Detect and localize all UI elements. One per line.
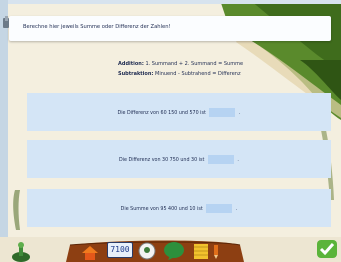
paper-clip-icon [3,16,9,28]
addition-term: Addition: [118,61,144,67]
numbers-button[interactable]: 7100 [107,242,133,258]
house-icon[interactable] [80,244,100,260]
task-period: . [238,111,241,116]
instruction-strip: Berechne hier jeweils Summe oder Differe… [9,16,331,41]
task-sentence: Die Summe von 95 400 und 10 ist . [27,204,331,213]
rules-legend: Addition: 1. Summand + 2. Summand = Summ… [118,59,243,79]
task-period: . [235,207,238,212]
task-period: . [237,158,239,163]
addition-rule-line: Addition: 1. Summand + 2. Summand = Summ… [118,59,243,69]
answer-input[interactable] [207,155,234,164]
task-text: Die Differenz von 30 750 und 30 ist [119,158,205,163]
help-icon[interactable] [138,242,156,260]
addition-rule: 1. Summand + 2. Summand = Summe [145,61,244,67]
window-left-border [0,0,8,262]
exercise-screen: Berechne hier jeweils Summe oder Differe… [0,0,341,262]
task-card: Die Summe von 95 400 und 10 ist . [27,189,331,227]
window-top-border [0,0,341,4]
answer-input[interactable] [206,204,233,213]
task-card: Die Differenz von 60 150 und 570 ist . [27,93,331,131]
subtraction-rule: Minuend - Subtrahend = Differenz [155,71,241,77]
notebook-icon[interactable] [192,243,210,260]
answer-input[interactable] [209,108,236,117]
subtraction-term: Subtraktion: [118,71,154,77]
pot-plant-icon[interactable] [10,240,32,262]
subtraction-rule-line: Subtraktion: Minuend - Subtrahend = Diff… [118,69,243,79]
instruction-text: Berechne hier jeweils Summe oder Differe… [23,24,171,30]
task-text: Die Differenz von 60 150 und 570 ist [117,111,206,116]
chat-icon[interactable] [163,241,185,260]
task-text: Die Summe von 95 400 und 10 ist [120,207,203,212]
task-sentence: Die Differenz von 60 150 und 570 ist . [27,108,331,117]
task-sentence: Die Differenz von 30 750 und 30 ist . [27,155,331,164]
check-button-icon[interactable] [316,239,338,259]
pencil-icon[interactable] [212,245,220,259]
task-card: Die Differenz von 30 750 und 30 ist . [27,140,331,178]
